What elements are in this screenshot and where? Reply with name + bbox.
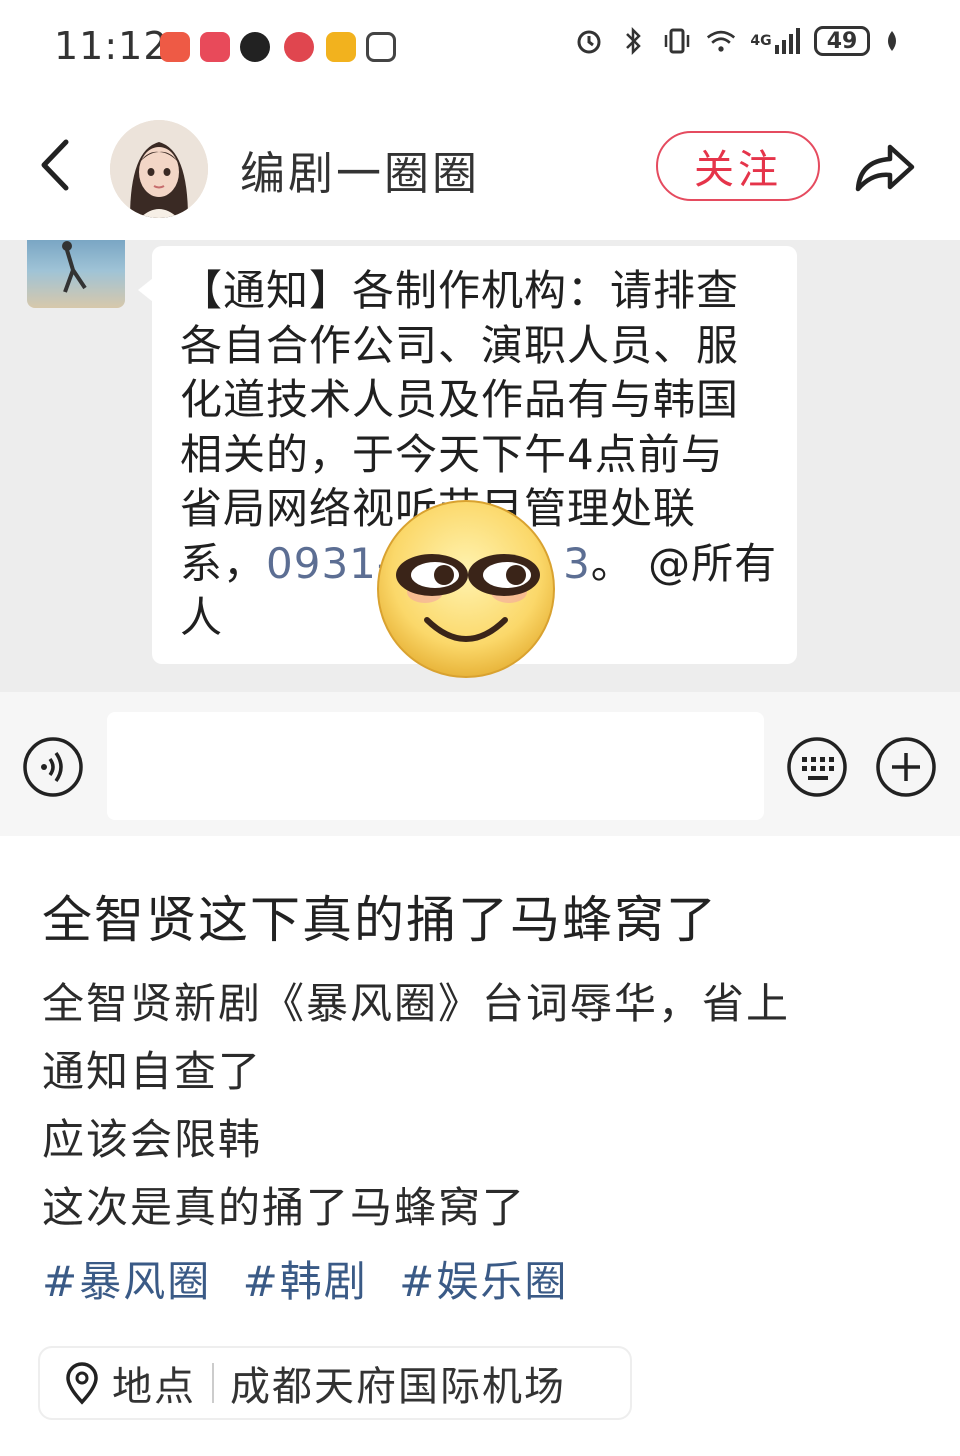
channel-name[interactable]: 编剧一圈圈	[240, 137, 480, 202]
hashtag-link[interactable]: #娱乐圈	[399, 1257, 568, 1306]
notice-line: 【通知】各制作机构：请排查	[180, 266, 740, 315]
signal-icon: 4G	[750, 24, 800, 58]
post-body-line: 全智贤新剧《暴风圈》台词辱华，省上	[42, 979, 791, 1028]
hashtag-list: #暴风圈 #韩剧 #娱乐圈	[42, 1248, 584, 1309]
bluetooth-icon	[618, 24, 648, 58]
sender-avatar	[27, 240, 125, 308]
chat-screenshot: 【通知】各制作机构：请排查 各自合作公司、演职人员、服 化道技术人员及作品有与韩…	[0, 240, 960, 836]
chat-input-bar	[0, 692, 960, 836]
voice-icon[interactable]	[22, 736, 84, 798]
post-title: 全智贤这下真的捅了马蜂窝了	[42, 891, 718, 949]
post-body-line: 这次是真的捅了马蜂窝了	[42, 1183, 527, 1232]
hashtag-link[interactable]: #暴风圈	[42, 1257, 211, 1306]
notification-app-icon	[326, 32, 356, 62]
notification-app-icon	[200, 32, 230, 62]
post-header: 编剧一圈圈 关注	[0, 95, 960, 240]
location-value: 成都天府国际机场	[230, 1364, 566, 1410]
notification-app-icon	[240, 32, 270, 62]
phone-number-link[interactable]: 0931-	[266, 539, 393, 588]
location-pin-icon	[62, 1361, 102, 1405]
nfc-icon	[366, 32, 396, 62]
network-type: 4G	[750, 33, 772, 49]
share-icon[interactable]	[850, 135, 918, 197]
back-arrow-icon[interactable]	[30, 130, 82, 200]
notice-suffix: 。 @所有	[590, 538, 778, 588]
status-indicators: 4G 49	[574, 24, 900, 58]
notification-app-icon	[160, 32, 190, 62]
chat-text-input[interactable]	[107, 712, 764, 820]
leaf-icon	[884, 24, 900, 58]
post-body-line: 应该会限韩	[42, 1115, 263, 1164]
location-divider	[212, 1363, 214, 1403]
post-body: 全智贤新剧《暴风圈》台词辱华，省上 通知自查了 应该会限韩 这次是真的捅了马蜂窝…	[42, 970, 922, 1242]
notification-app-icon	[284, 32, 314, 62]
alarm-icon	[574, 24, 604, 58]
bubble-tail	[138, 278, 153, 302]
notice-line: 化道技术人员及作品有与韩国	[180, 375, 740, 424]
location-label: 地点	[112, 1364, 196, 1410]
wifi-icon	[706, 24, 736, 58]
avatar[interactable]	[110, 120, 208, 218]
smiley-emoji-sticker	[375, 498, 557, 680]
notice-prefix: 系，	[180, 538, 267, 588]
plus-icon[interactable]	[875, 736, 937, 798]
hashtag-link[interactable]: #韩剧	[243, 1257, 368, 1306]
status-bar: 11:12 4G 49	[0, 0, 960, 95]
follow-button[interactable]: 关注	[656, 131, 820, 201]
phone-number-tail[interactable]: 3	[563, 539, 591, 588]
notice-line: 相关的，于今天下午4点前与	[180, 429, 724, 479]
notice-line: 各自合作公司、演职人员、服	[180, 320, 740, 370]
battery-indicator: 49	[814, 26, 870, 56]
status-time: 11:12	[54, 24, 169, 68]
post-body-line: 通知自查了	[42, 1047, 263, 1096]
location-tag[interactable]: 地点 成都天府国际机场	[38, 1346, 632, 1420]
vibrate-icon	[662, 24, 692, 58]
keyboard-emoji-icon[interactable]	[786, 736, 848, 798]
